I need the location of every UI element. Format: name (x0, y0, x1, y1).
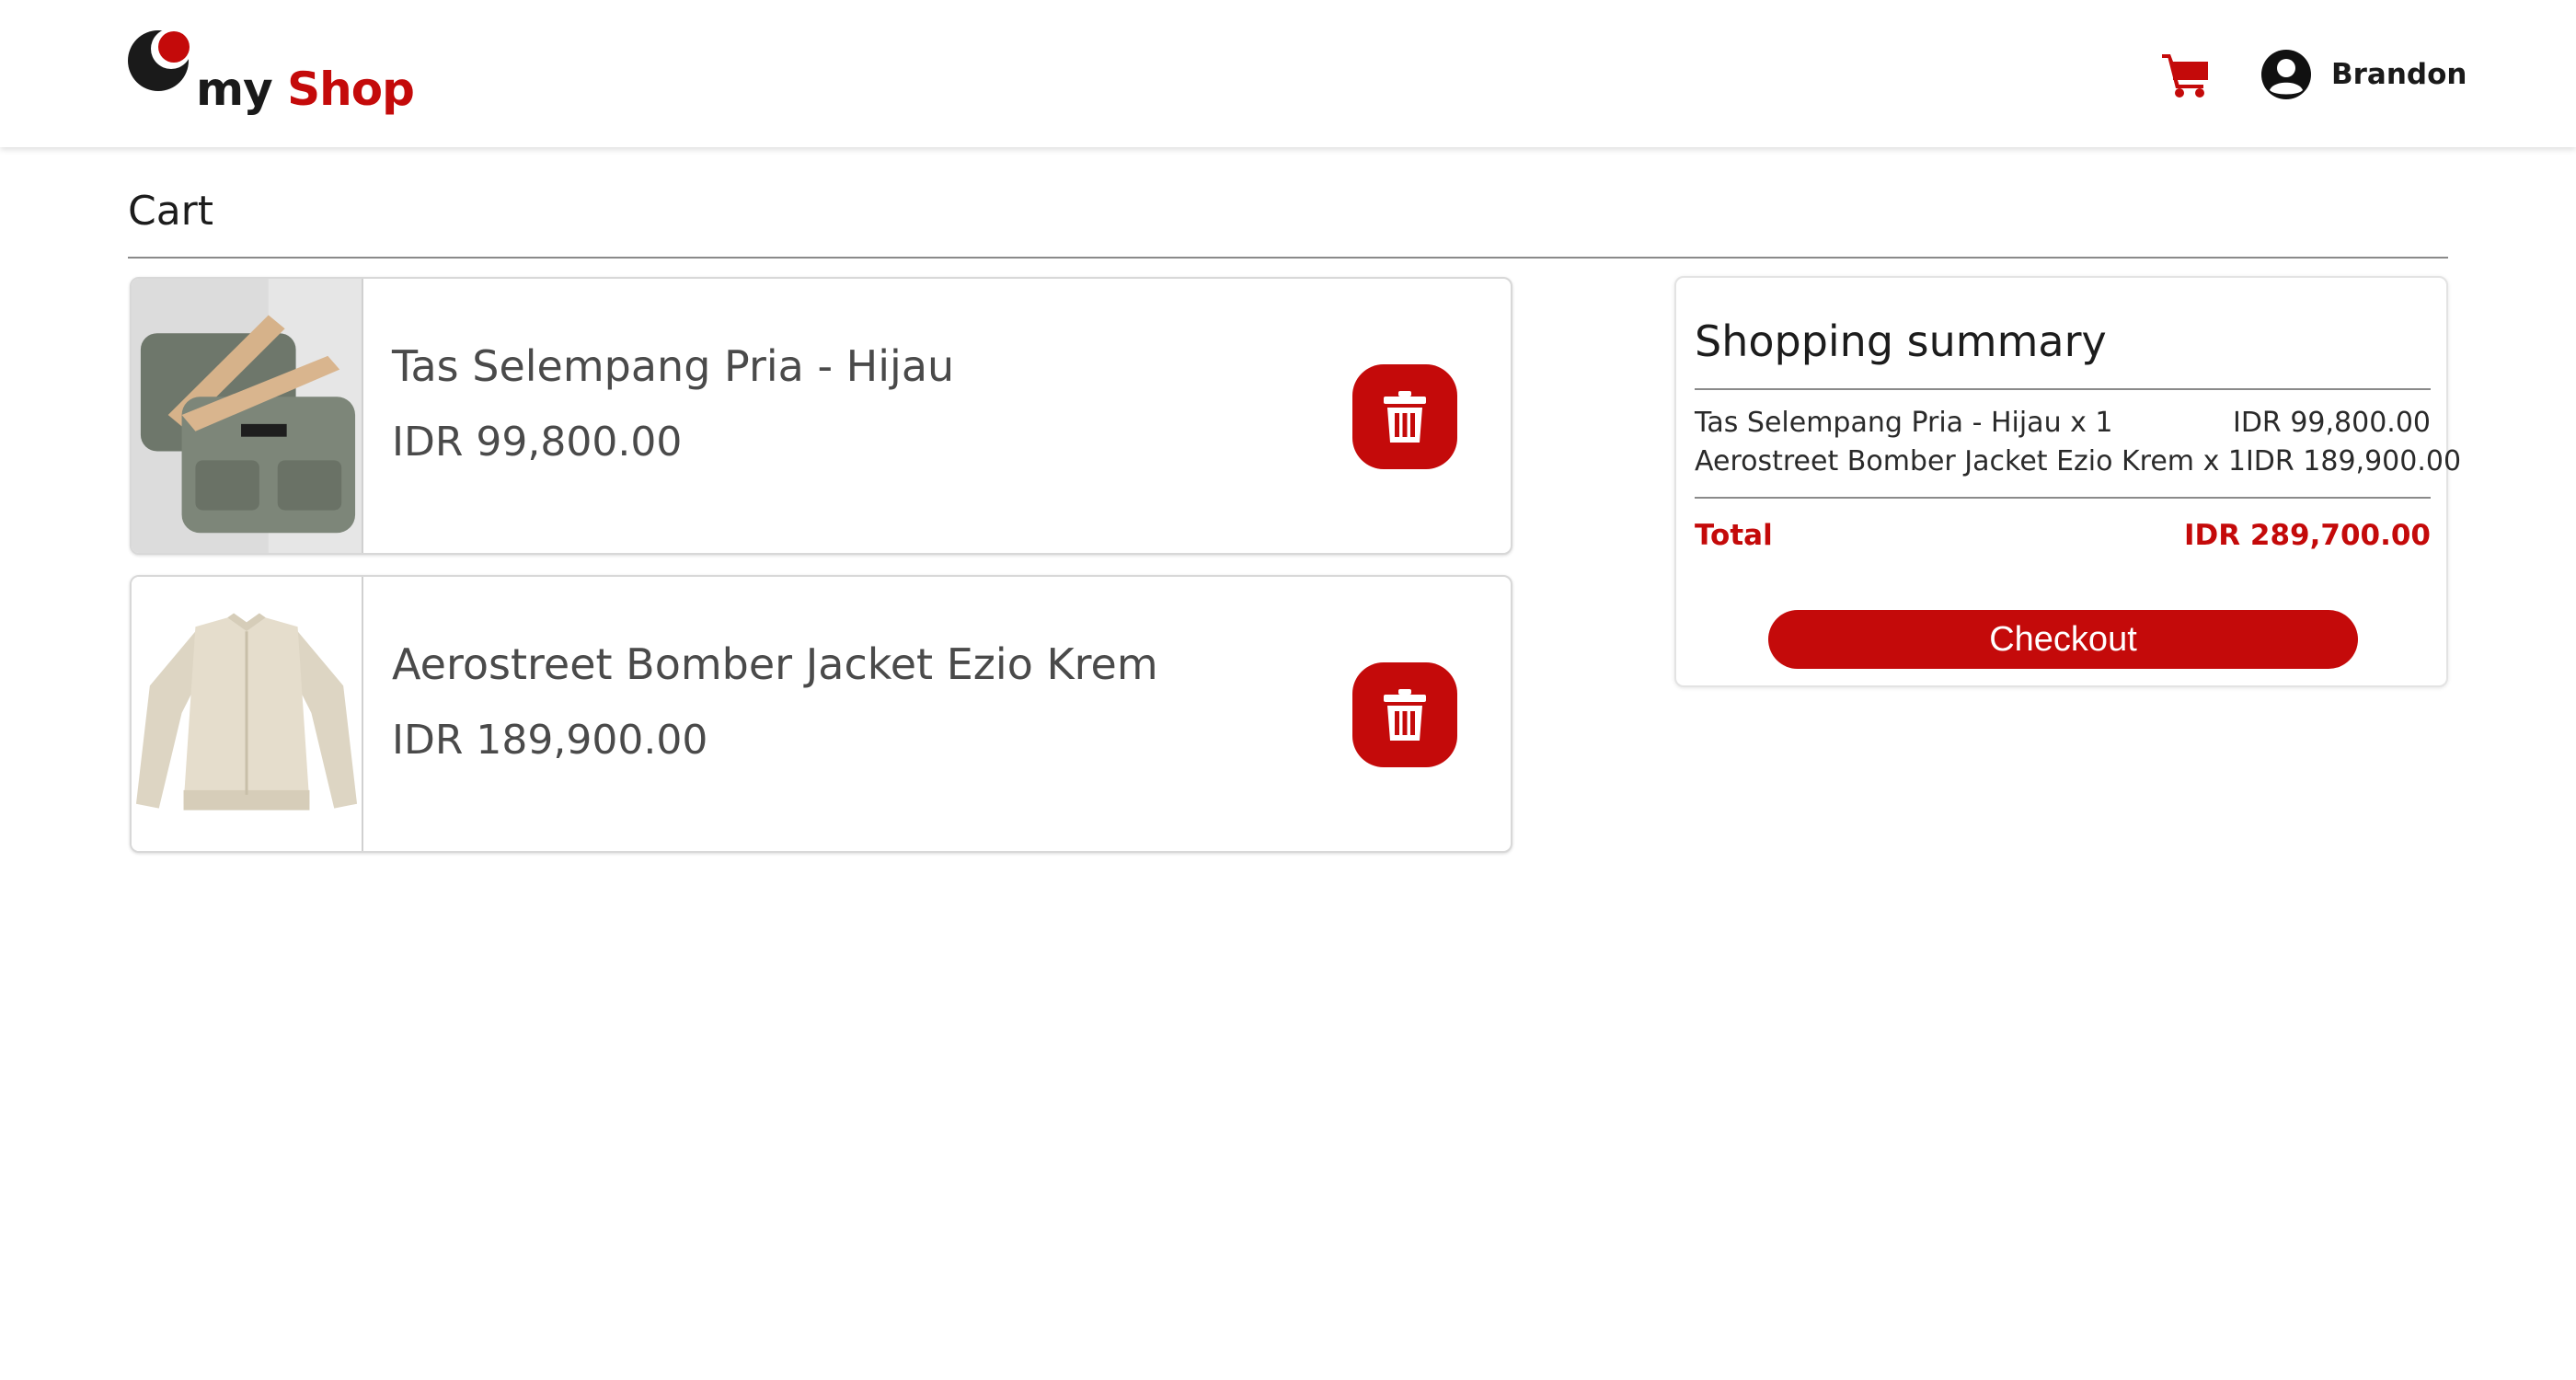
user-menu[interactable]: Brandon (2261, 49, 2467, 100)
product-price: IDR 189,900.00 (392, 717, 708, 764)
product-price: IDR 99,800.00 (392, 419, 683, 466)
summary-item-amount: IDR 99,800.00 (2232, 407, 2431, 439)
cart-item: Tas Selempang Pria - Hijau IDR 99,800.00 (130, 277, 1512, 555)
brand-name-shop: Shop (287, 63, 415, 116)
product-image[interactable] (132, 279, 363, 553)
summary-line-item: Aerostreet Bomber Jacket Ezio Krem x 1 I… (1695, 445, 2461, 477)
product-image[interactable] (132, 577, 363, 851)
summary-item-amount: IDR 189,900.00 (2245, 445, 2462, 477)
summary-divider (1695, 388, 2431, 390)
total-amount: IDR 289,700.00 (2183, 519, 2431, 552)
title-divider (128, 257, 2448, 259)
brand-name-my: my (196, 63, 273, 116)
cart-item: Aerostreet Bomber Jacket Ezio Krem IDR 1… (130, 575, 1512, 853)
brand-name: my Shop (196, 63, 415, 116)
bag-product-image (132, 279, 362, 553)
checkout-button[interactable]: Checkout (1768, 610, 2358, 669)
summary-item-label: Tas Selempang Pria - Hijau x 1 (1695, 407, 2113, 439)
total-label: Total (1695, 519, 1773, 552)
delete-item-button[interactable] (1352, 662, 1457, 767)
brand-logo[interactable]: my Shop (128, 26, 415, 127)
top-header: my Shop Brandon (0, 0, 2576, 147)
product-name[interactable]: Tas Selempang Pria - Hijau (392, 341, 954, 391)
product-name[interactable]: Aerostreet Bomber Jacket Ezio Krem (392, 639, 1158, 689)
trash-icon (1384, 689, 1426, 741)
shopping-cart-icon[interactable] (2160, 51, 2212, 98)
jacket-product-image (132, 577, 362, 851)
user-name: Brandon (2331, 58, 2467, 91)
summary-total: Total IDR 289,700.00 (1695, 519, 2431, 552)
summary-title: Shopping summary (1695, 316, 2107, 366)
summary-line-item: Tas Selempang Pria - Hijau x 1 IDR 99,80… (1695, 407, 2431, 439)
logo-mark-icon (128, 29, 191, 91)
delete-item-button[interactable] (1352, 364, 1457, 469)
shopping-summary-card: Shopping summary Tas Selempang Pria - Hi… (1674, 276, 2461, 687)
summary-divider (1695, 497, 2431, 499)
user-circle-icon (2261, 50, 2311, 99)
trash-icon (1384, 391, 1426, 443)
summary-item-label: Aerostreet Bomber Jacket Ezio Krem x 1 (1695, 445, 2246, 477)
page-title: Cart (128, 188, 214, 235)
